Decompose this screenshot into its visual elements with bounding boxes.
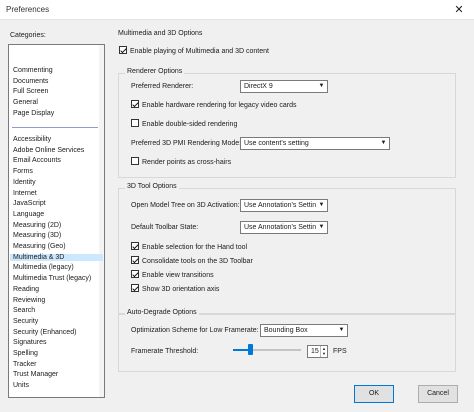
preferred-renderer-value: DirectX 9 [244, 83, 273, 90]
hw-rendering-label: Enable hardware rendering for legacy vid… [142, 101, 297, 109]
category-item-measuring-3d[interactable]: Measuring (3D) [13, 232, 61, 239]
model-tree-value: Use Annotation's Setting [244, 202, 321, 209]
category-item-page-display[interactable]: Page Display [13, 110, 54, 117]
chevron-down-icon: ▼ [336, 325, 347, 336]
auto-degrade-group [118, 314, 456, 372]
category-item-reading[interactable]: Reading [13, 286, 39, 293]
preferred-renderer-label: Preferred Renderer: [131, 83, 194, 90]
window-title: Preferences [6, 5, 50, 14]
category-item-spelling[interactable]: Spelling [13, 350, 38, 357]
category-item-units[interactable]: Units [13, 382, 29, 389]
model-tree-select[interactable]: Use Annotation's Setting ▼ [240, 199, 328, 212]
tool-options-title: 3D Tool Options [125, 183, 179, 190]
category-item-trust-manager[interactable]: Trust Manager [13, 371, 58, 378]
category-item-security[interactable]: Security [13, 318, 38, 325]
pmi-mode-label: Preferred 3D PMI Rendering Mode: [131, 140, 242, 147]
category-item-security-enhanced[interactable]: Security (Enhanced) [13, 329, 76, 336]
category-item-measuring-2d[interactable]: Measuring (2D) [13, 222, 61, 229]
framerate-slider-thumb[interactable] [248, 344, 253, 355]
category-item-multimedia-legacy[interactable]: Multimedia (legacy) [13, 264, 74, 271]
category-item-multimedia-trust-legacy[interactable]: Multimedia Trust (legacy) [13, 275, 91, 282]
consolidate-tools-checkbox[interactable]: Consolidate tools on the 3D Toolbar [131, 256, 253, 265]
consolidate-tools-label: Consolidate tools on the 3D Toolbar [142, 257, 253, 265]
auto-degrade-title: Auto-Degrade Options [125, 309, 199, 316]
category-item-identity[interactable]: Identity [13, 179, 36, 186]
hand-tool-checkbox[interactable]: Enable selection for the Hand tool [131, 242, 248, 251]
categories-separator [12, 127, 98, 128]
category-item-signatures[interactable]: Signatures [13, 339, 46, 346]
category-item-multimedia-3d[interactable]: Multimedia & 3D [10, 253, 103, 261]
checkbox-box[interactable] [131, 242, 139, 250]
checkbox-box[interactable] [131, 100, 139, 108]
framerate-threshold-label: Framerate Threshold: [131, 348, 199, 355]
checkbox-box[interactable] [131, 270, 139, 278]
pmi-mode-value: Use content's setting [244, 140, 309, 147]
hand-tool-label: Enable selection for the Hand tool [142, 243, 248, 251]
dialog-client: Categories: Commenting Documents Full Scre… [0, 20, 474, 412]
framerate-threshold-value: 15 [311, 348, 319, 355]
category-item-documents[interactable]: Documents [13, 78, 48, 85]
double-sided-label: Enable double-sided rendering [142, 120, 238, 128]
categories-label: Categories: [10, 32, 46, 39]
category-item-commenting[interactable]: Commenting [13, 67, 53, 74]
framerate-threshold-input[interactable]: 15 ▲ ▼ [307, 345, 328, 358]
cancel-button[interactable]: Cancel [418, 385, 458, 403]
toolbar-state-select[interactable]: Use Annotation's Setting ▼ [240, 221, 328, 234]
category-item-accessibility[interactable]: Accessibility [13, 136, 51, 143]
view-transitions-label: Enable view transitions [142, 271, 214, 279]
double-sided-checkbox[interactable]: Enable double-sided rendering [131, 119, 238, 128]
enable-playing-checkbox[interactable]: Enable playing of Multimedia and 3D cont… [119, 46, 269, 55]
renderer-options-title: Renderer Options [125, 68, 185, 75]
category-item-javascript[interactable]: JavaScript [13, 200, 46, 207]
checkbox-box[interactable] [131, 119, 139, 127]
orientation-axis-checkbox[interactable]: Show 3D orientation axis [131, 284, 220, 293]
fps-unit-label: FPS [333, 348, 347, 355]
category-item-tracker[interactable]: Tracker [13, 361, 36, 368]
optimization-scheme-label: Optimization Scheme for Low Framerate: [131, 327, 259, 334]
enable-playing-label: Enable playing of Multimedia and 3D cont… [130, 47, 269, 55]
chevron-down-icon: ▼ [316, 81, 327, 92]
model-tree-label: Open Model Tree on 3D Activation: [131, 202, 240, 209]
pmi-mode-select[interactable]: Use content's setting ▼ [240, 137, 390, 150]
section-title: Multimedia and 3D Options [118, 30, 203, 37]
crosshairs-checkbox[interactable]: Render points as cross-hairs [131, 157, 232, 166]
category-item-language[interactable]: Language [13, 211, 44, 218]
category-item-measuring-geo[interactable]: Measuring (Geo) [13, 243, 66, 250]
chevron-down-icon: ▼ [378, 138, 389, 149]
categories-scrollbar[interactable] [99, 45, 104, 397]
category-item-search[interactable]: Search [13, 307, 35, 314]
category-item-adobe-online-services[interactable]: Adobe Online Services [13, 147, 84, 154]
category-item-email-accounts[interactable]: Email Accounts [13, 157, 61, 164]
spin-arrows-icon[interactable]: ▲ ▼ [320, 346, 327, 357]
category-item-reviewing[interactable]: Reviewing [13, 297, 45, 304]
category-item-general[interactable]: General [13, 99, 38, 106]
title-bar: Preferences ✕ [0, 0, 474, 20]
preferred-renderer-select[interactable]: DirectX 9 ▼ [240, 80, 328, 93]
ok-button[interactable]: OK [354, 385, 394, 403]
close-icon[interactable]: ✕ [444, 0, 474, 20]
framerate-slider-track[interactable] [233, 349, 301, 351]
checkbox-box[interactable] [131, 256, 139, 264]
optimization-scheme-select[interactable]: Bounding Box ▼ [260, 324, 348, 337]
checkbox-box[interactable] [119, 46, 127, 54]
view-transitions-checkbox[interactable]: Enable view transitions [131, 270, 214, 279]
orientation-axis-label: Show 3D orientation axis [142, 285, 220, 293]
checkbox-box[interactable] [131, 157, 139, 165]
crosshairs-label: Render points as cross-hairs [142, 158, 232, 166]
optimization-scheme-value: Bounding Box [264, 327, 308, 334]
categories-list[interactable]: Commenting Documents Full Screen General Pag… [8, 44, 105, 398]
checkbox-box[interactable] [131, 284, 139, 292]
category-item-full-screen[interactable]: Full Screen [13, 88, 48, 95]
toolbar-state-value: Use Annotation's Setting [244, 224, 321, 231]
hw-rendering-checkbox[interactable]: Enable hardware rendering for legacy vid… [131, 100, 297, 109]
chevron-down-icon: ▼ [316, 200, 327, 211]
toolbar-state-label: Default Toolbar State: [131, 224, 199, 231]
category-item-forms[interactable]: Forms [13, 168, 33, 175]
chevron-down-icon: ▼ [316, 222, 327, 233]
category-item-internet[interactable]: Internet [13, 190, 37, 197]
